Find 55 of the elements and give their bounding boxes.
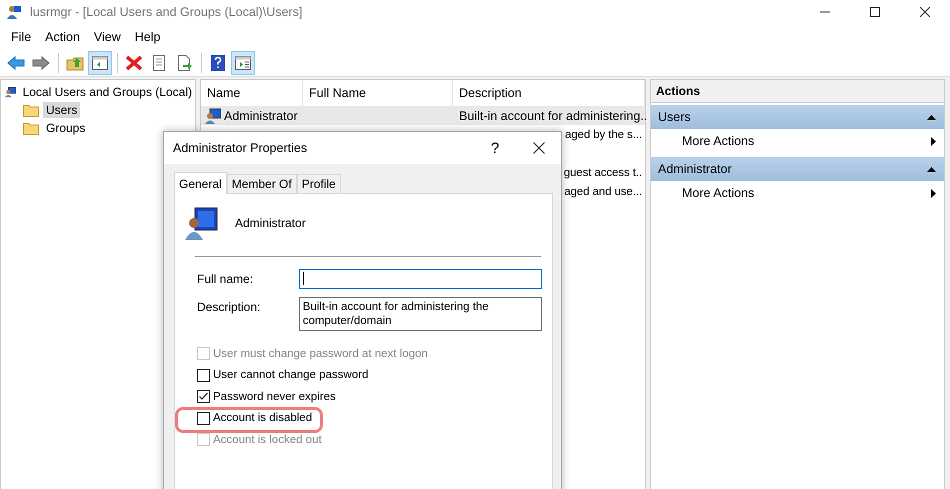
checkbox[interactable] [197,368,210,382]
folder-icon [23,103,39,117]
back-arrow-icon[interactable] [7,54,25,72]
checkbox[interactable] [197,390,210,404]
forward-arrow-icon[interactable] [32,54,50,72]
user-icon [205,108,221,124]
folder-icon [23,121,39,135]
tree-pane-icon[interactable] [91,54,109,72]
submenu-arrow-icon [929,188,938,198]
menu-item[interactable]: Help [128,30,168,44]
tree-item[interactable]: Users [43,102,80,118]
tab[interactable]: Profile [296,174,341,193]
table-cell: guest access t.. [564,166,642,178]
action-section-header[interactable]: Administrator [651,157,944,181]
dialog-title: Administrator Properties [173,141,308,155]
checkbox-label[interactable]: Account is disabled [213,412,312,424]
table-cell: aged by the s... [564,128,642,140]
collapse-icon[interactable] [927,164,936,174]
table-row[interactable]: Administrator Built-in account for administering.. [201,106,645,125]
action-link[interactable]: More Actions [682,134,754,148]
action-link[interactable]: More Actions [682,186,754,200]
checkbox-label[interactable]: Password never expires [213,390,336,403]
tree-item[interactable]: Groups [43,120,88,136]
action-pane-icon[interactable] [234,54,252,72]
checkbox-label[interactable]: User cannot change password [213,369,368,382]
close-icon[interactable] [920,7,930,17]
export-list-icon[interactable] [175,54,193,72]
users-icon [6,4,22,20]
help-button[interactable]: ? [473,132,517,164]
field-label: Description: [197,299,262,314]
user-computer-icon [185,206,219,240]
tree-item[interactable]: Local Users and Groups (Local) [20,84,195,100]
computer-users-icon [5,85,16,99]
tab[interactable]: Member Of [226,174,297,193]
table-cell: Built-in account for administering.. [459,108,648,122]
field-label: Full name: [197,271,254,286]
window-title: lusrmgr - [Local Users and Groups (Local)\Users] [30,5,304,19]
table-cell: Administrator [224,108,298,122]
input-field[interactable]: Built-in account for administering the computer/domain [298,297,542,331]
menu-item[interactable]: View [86,30,128,44]
checkbox[interactable] [197,412,210,425]
user-name: Administrator [235,216,306,230]
menu-item[interactable]: File [4,30,38,44]
actions-header: Actions [651,80,944,103]
input-field[interactable] [298,269,542,289]
collapse-icon[interactable] [927,112,936,122]
menu-item[interactable]: Action [38,30,87,44]
delete-icon[interactable] [125,54,143,72]
help-icon[interactable] [209,54,227,72]
maximize-icon[interactable] [870,7,880,17]
close-icon[interactable] [533,142,545,154]
tab[interactable]: General [174,172,227,194]
submenu-arrow-icon [929,136,938,146]
properties-icon[interactable] [150,54,168,72]
action-section-header[interactable]: Users [651,105,944,129]
